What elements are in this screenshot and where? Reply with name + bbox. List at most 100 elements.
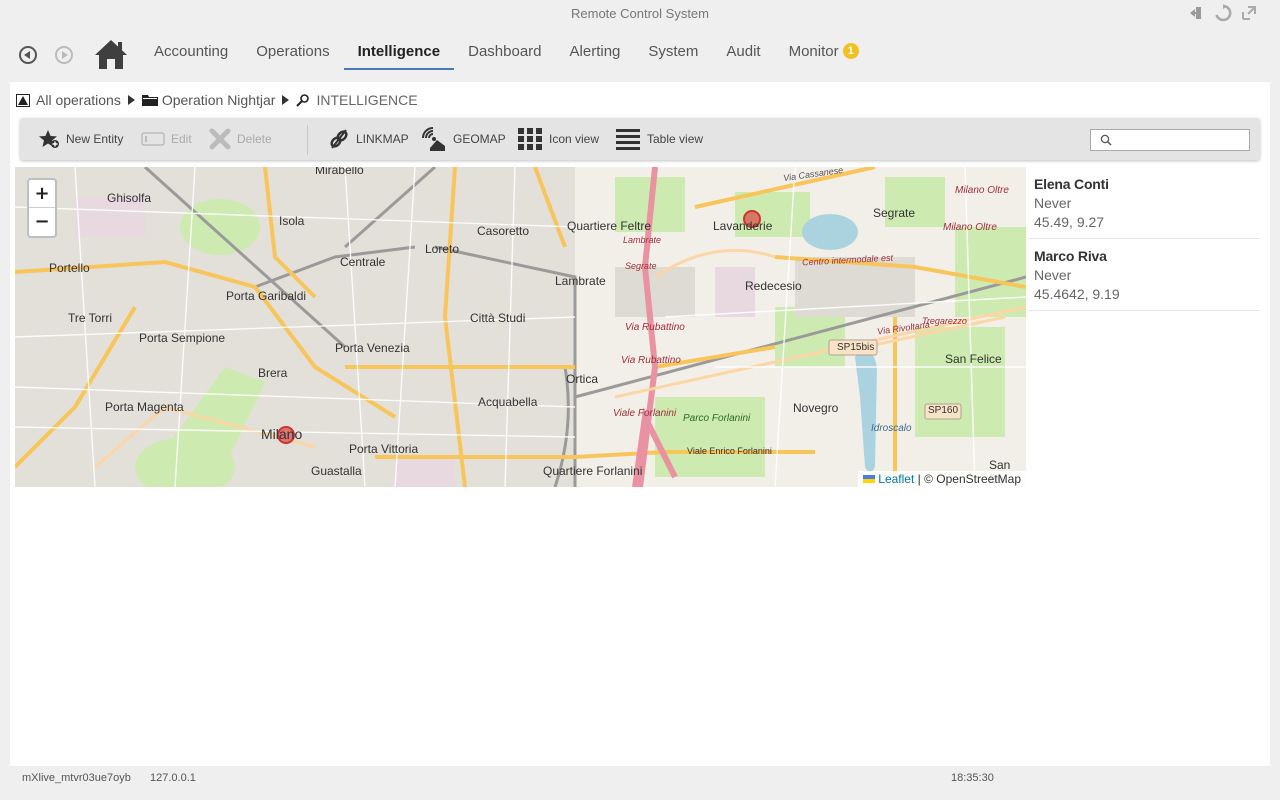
star-add-icon xyxy=(39,130,59,148)
main-panel: All operations Operation Nightjar INTELL… xyxy=(10,82,1270,766)
table-view-button[interactable]: Table view xyxy=(615,126,703,152)
window-title: Remote Control System xyxy=(571,6,709,21)
map-label: SP15bis xyxy=(837,342,875,353)
map-label: SP160 xyxy=(928,405,959,416)
linkmap-label: LINKMAP xyxy=(356,132,409,146)
tab-accounting[interactable]: Accounting xyxy=(140,30,242,76)
clock: 18:35:30 xyxy=(951,772,994,784)
map-label: Mirabello xyxy=(315,167,364,177)
edit-button[interactable]: Edit xyxy=(141,126,192,152)
map-label: Milano Oltre xyxy=(955,185,1009,196)
nav-tabs: Accounting Operations Intelligence Dashb… xyxy=(140,30,873,76)
map-label: Viale Enrico Forlanini xyxy=(687,446,772,456)
maximize-icon[interactable] xyxy=(1240,4,1258,22)
map-label: Segrate xyxy=(873,206,916,220)
map-label: Idroscalo xyxy=(871,423,912,434)
breadcrumb-all-operations[interactable]: All operations xyxy=(36,92,121,108)
logout-icon[interactable] xyxy=(1188,4,1206,22)
map-labels: Mirabello Via Cassanese Milano Oltre Ghi… xyxy=(15,167,1026,487)
map-label: Acquabella xyxy=(478,395,538,409)
breadcrumb-separator-icon xyxy=(282,95,290,105)
list-item[interactable]: Marco Riva Never 45.4642, 9.19 xyxy=(1029,239,1259,311)
entity-last-seen: Never xyxy=(1034,195,1072,211)
edit-icon xyxy=(141,132,165,146)
map-label: Porta Venezia xyxy=(335,341,410,355)
map-attribution: Leaflet | © OpenStreetMap xyxy=(857,471,1026,487)
map-label: Redecesio xyxy=(745,279,802,293)
map-label: Tre Torri xyxy=(68,311,113,325)
list-icon xyxy=(616,129,640,150)
forward-arrow-icon[interactable] xyxy=(55,46,73,64)
tab-label: Dashboard xyxy=(468,43,542,60)
zoom-control: + − xyxy=(27,178,57,238)
operations-root-icon xyxy=(16,93,30,107)
map-label: Lavanderie xyxy=(713,219,773,233)
grid-icon xyxy=(518,128,542,150)
map-label: Milano xyxy=(261,426,303,442)
breadcrumb-current-section: INTELLIGENCE xyxy=(316,92,418,108)
map-label: Lambrate xyxy=(623,235,662,245)
refresh-icon[interactable] xyxy=(1214,4,1232,22)
link-icon xyxy=(330,129,348,149)
tab-label: Accounting xyxy=(154,43,229,60)
new-entity-label: New Entity xyxy=(66,132,124,146)
breadcrumb-operation[interactable]: Operation Nightjar xyxy=(162,92,276,108)
map-label: Porta Magenta xyxy=(105,400,184,414)
tab-monitor[interactable]: Monitor 1 xyxy=(775,30,873,76)
edit-label: Edit xyxy=(171,132,192,146)
map-label: Viale Forlanini xyxy=(613,408,677,419)
map-label: Quartiere Feltre xyxy=(567,219,652,233)
map-label: Isola xyxy=(279,214,305,228)
tab-operations[interactable]: Operations xyxy=(242,30,343,76)
map-label: Lambrate xyxy=(555,274,606,288)
map-label: Città Studi xyxy=(470,311,526,325)
linkmap-button[interactable]: LINKMAP xyxy=(328,126,409,152)
new-entity-button[interactable]: New Entity xyxy=(38,126,123,152)
leaflet-link[interactable]: Leaflet xyxy=(878,472,914,486)
tab-system[interactable]: System xyxy=(634,30,712,76)
map-label: Via Rubattino xyxy=(621,355,681,366)
tab-label: System xyxy=(648,43,699,60)
map-label: Ghisolfa xyxy=(107,191,152,205)
icon-view-button[interactable]: Icon view xyxy=(517,126,599,152)
satellite-icon xyxy=(422,127,445,151)
map-label: Milano Oltre xyxy=(943,222,997,233)
status-bar: mXlive_mtvr03ue7oyb 127.0.0.1 18:35:30 xyxy=(0,766,1280,800)
server-ip: 127.0.0.1 xyxy=(150,772,196,784)
entity-name: Marco Riva xyxy=(1034,248,1107,264)
geomap-label: GEOMAP xyxy=(453,132,506,146)
entity-list: Elena Conti Never 45.49, 9.27 Marco Riva… xyxy=(1029,167,1259,311)
magnifier-icon xyxy=(296,93,310,107)
tab-alerting[interactable]: Alerting xyxy=(556,30,635,76)
zoom-in-button[interactable]: + xyxy=(29,180,55,208)
list-item[interactable]: Elena Conti Never 45.49, 9.27 xyxy=(1029,167,1259,239)
tab-label: Audit xyxy=(726,43,761,60)
toolbar: New Entity Edit Delete LINKMAP GEOMAP Ic… xyxy=(20,118,1260,160)
breadcrumb: All operations Operation Nightjar INTELL… xyxy=(16,92,418,108)
map-label: Porta Garibaldi xyxy=(226,289,307,303)
back-arrow-icon[interactable] xyxy=(19,46,37,64)
map-label: Porta Sempione xyxy=(139,331,226,345)
tab-label: Alerting xyxy=(569,43,621,60)
icon-view-label: Icon view xyxy=(549,132,600,146)
map-label: Centro intermodale est xyxy=(801,252,894,268)
tab-label: Intelligence xyxy=(357,43,441,60)
geo-map[interactable]: Mirabello Via Cassanese Milano Oltre Ghi… xyxy=(15,167,1026,487)
delete-x-icon xyxy=(209,128,231,150)
osm-attribution: | © OpenStreetMap xyxy=(917,472,1021,486)
tab-dashboard[interactable]: Dashboard xyxy=(454,30,555,76)
tab-intelligence[interactable]: Intelligence xyxy=(343,30,455,76)
tab-label: Operations xyxy=(256,43,330,60)
window-controls xyxy=(1188,4,1258,22)
tab-audit[interactable]: Audit xyxy=(712,30,774,76)
map-label: Via Rivoltana xyxy=(876,319,931,337)
map-label: San Felice xyxy=(945,352,1002,366)
search-input[interactable] xyxy=(1090,129,1250,151)
geomap-button[interactable]: GEOMAP xyxy=(421,126,506,152)
zoom-out-button[interactable]: − xyxy=(29,208,55,236)
home-icon[interactable] xyxy=(94,38,128,70)
title-bar: Remote Control System xyxy=(0,0,1280,28)
map-label: Via Cassanese xyxy=(782,167,844,184)
delete-button[interactable]: Delete xyxy=(209,126,272,152)
table-view-label: Table view xyxy=(647,132,704,146)
